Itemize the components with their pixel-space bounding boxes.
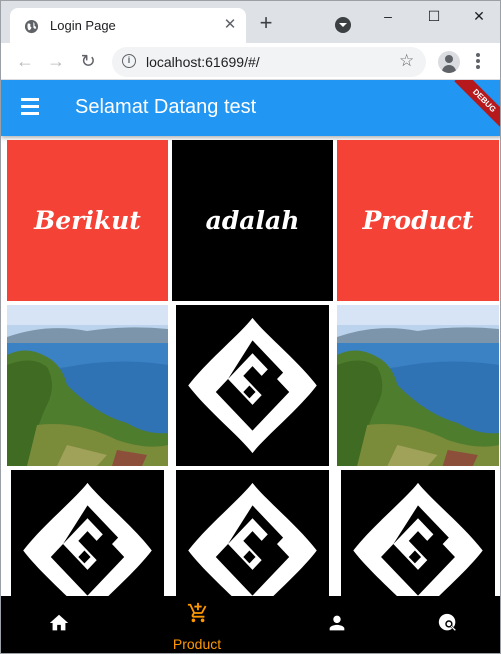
logo-tile [172, 305, 333, 466]
forward-icon[interactable]: → [46, 51, 66, 71]
home-icon [49, 614, 69, 631]
globe-icon [24, 19, 39, 34]
search-settings-icon [438, 613, 458, 633]
menu-icon[interactable] [21, 98, 41, 115]
logo-icon [176, 305, 329, 466]
cart-icon [187, 602, 207, 623]
nav-active-label: Product [172, 636, 222, 652]
url-text[interactable]: localhost:61699/#/ [146, 54, 260, 70]
logo-icon [11, 470, 164, 596]
flutter-app: Selamat Datang test DEBUG Berikut adalah… [1, 80, 500, 653]
reload-icon[interactable]: ↻ [78, 51, 98, 71]
back-icon[interactable]: ← [15, 51, 35, 71]
address-bar[interactable]: i localhost:61699/#/ ☆ [112, 47, 426, 77]
logo-tile [337, 470, 499, 596]
app-title: Selamat Datang test [75, 96, 257, 118]
maximize-button[interactable]: ☐ [411, 3, 457, 29]
browser-toolbar: ← → ↻ i localhost:61699/#/ ☆ [1, 43, 500, 80]
word-label: Product [362, 206, 474, 235]
bookmark-star-icon[interactable]: ☆ [399, 51, 414, 71]
app-bar: Selamat Datang test DEBUG [1, 80, 500, 136]
nav-item-product[interactable]: Product [142, 596, 252, 653]
debug-banner: DEBUG [454, 80, 500, 131]
tab-title: Login Page [50, 18, 116, 33]
close-window-button[interactable]: ✕ [456, 3, 500, 29]
tab-strip: Login Page ✕ + – ☐ ✕ [1, 1, 500, 43]
info-icon[interactable]: i [122, 54, 136, 68]
product-grid: Berikut adalah Product [1, 138, 500, 598]
nav-item-home[interactable] [3, 596, 113, 653]
word-tile: adalah [172, 140, 333, 301]
logo-icon [341, 470, 495, 596]
word-label: Berikut [34, 206, 141, 235]
logo-tile [7, 470, 168, 596]
new-tab-button[interactable]: + [256, 12, 276, 34]
browser-menu-icon[interactable] [475, 51, 481, 71]
logo-icon [176, 470, 329, 596]
lake-photo [7, 305, 168, 466]
profile-avatar-icon[interactable] [438, 51, 460, 73]
browser-window: Login Page ✕ + – ☐ ✕ ← → ↻ i localhost:6… [0, 0, 501, 654]
lake-photo [337, 305, 499, 466]
nav-item-profile[interactable] [281, 596, 391, 653]
bottom-navigation-bar: Product [1, 596, 500, 653]
word-tile: Berikut [7, 140, 168, 301]
nav-item-search[interactable] [392, 596, 500, 653]
person-icon [329, 615, 345, 631]
tab-search-icon[interactable] [335, 17, 351, 33]
tab-close-icon[interactable]: ✕ [222, 17, 238, 33]
word-label: adalah [205, 206, 300, 235]
minimize-button[interactable]: – [365, 3, 411, 29]
browser-tab[interactable]: Login Page ✕ [10, 8, 246, 43]
logo-tile [172, 470, 333, 596]
word-tile: Product [337, 140, 499, 301]
